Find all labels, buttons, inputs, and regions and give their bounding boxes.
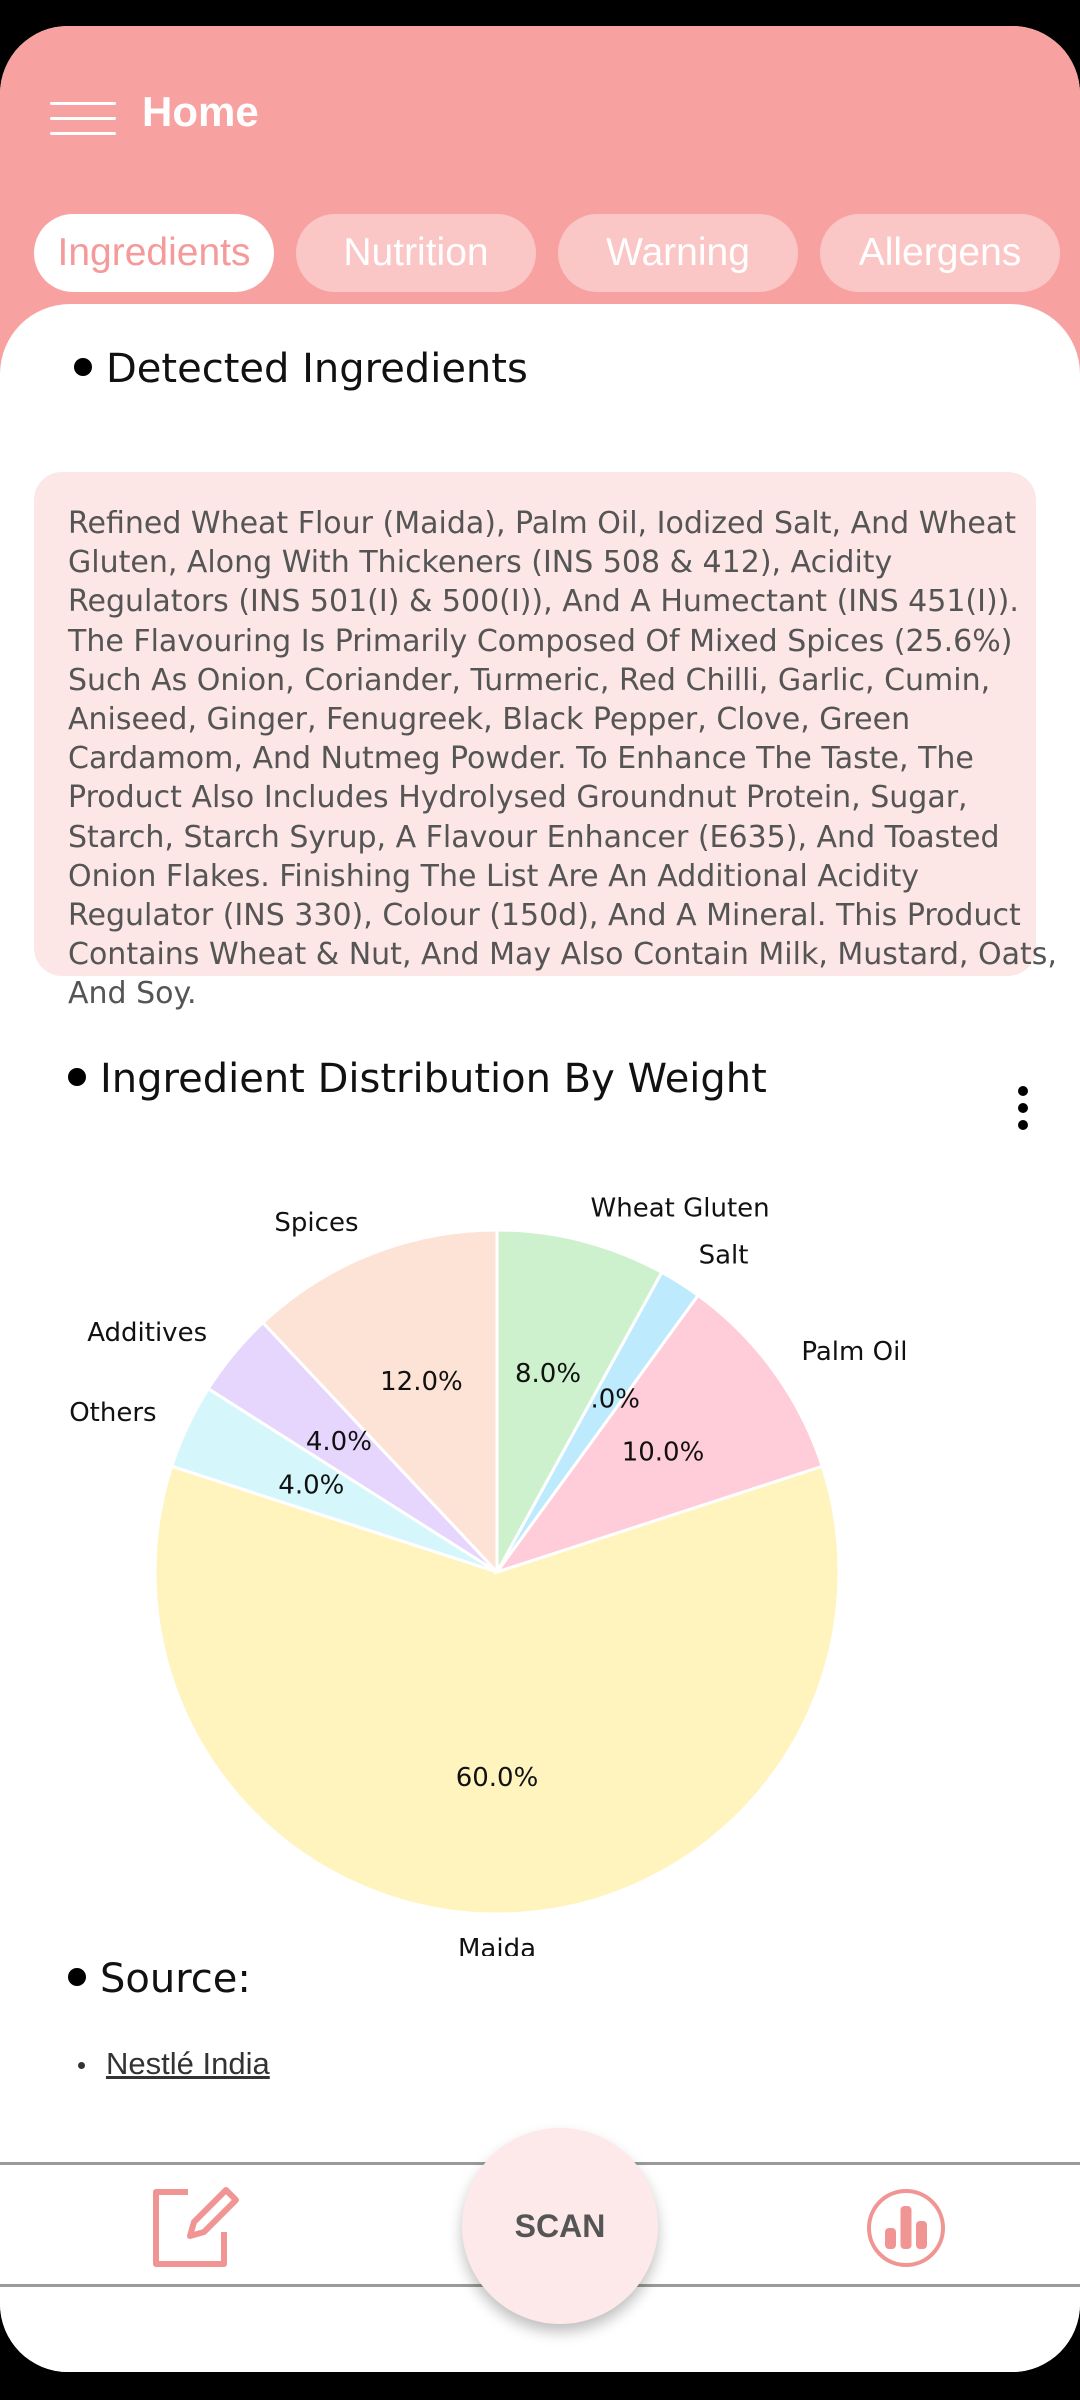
more-options-icon[interactable] xyxy=(1014,1086,1034,1132)
ingredient-pie-chart: Spices 12.0% Additives 4.0% Others 4.0% Maida 6… xyxy=(69,1194,907,1956)
tab-allergens[interactable]: Allergens xyxy=(820,214,1060,292)
pie-percent-label: 4.0% xyxy=(306,1427,372,1457)
pie-percent-label: 4.0% xyxy=(278,1471,344,1501)
edit-icon[interactable] xyxy=(150,2186,240,2270)
pie-label: Additives xyxy=(87,1318,207,1348)
scan-button[interactable]: SCAN xyxy=(462,2128,658,2324)
distribution-heading: Ingredient Distribution By Weight xyxy=(68,1056,767,1102)
source-heading: Source: xyxy=(68,1956,251,2002)
tab-nutrition[interactable]: Nutrition xyxy=(296,214,536,292)
ingredients-box: Refined Wheat Flour (Maida), Palm Oil, I… xyxy=(34,472,1057,1011)
distribution-title: Ingredient Distribution By Weight xyxy=(100,1056,767,1102)
source-title: Source: xyxy=(100,1956,251,2002)
tab-bar: Ingredients Nutrition Warning Allergens xyxy=(34,214,1060,292)
pie-label: Salt xyxy=(699,1240,749,1270)
phone-screen: Home Ingredients Nutrition Warning Aller… xyxy=(0,26,1080,2372)
page-title: Home xyxy=(142,88,259,135)
tab-warning[interactable]: Warning xyxy=(558,214,798,292)
ingredients-text: Refined Wheat Flour (Maida), Palm Oil, I… xyxy=(68,506,1057,1012)
source-link[interactable]: Nestlé India xyxy=(106,2046,270,2082)
pie-label: Spices xyxy=(274,1208,358,1238)
tab-ingredients[interactable]: Ingredients xyxy=(34,214,274,292)
pie-percent-label: 12.0% xyxy=(380,1367,463,1397)
bar-chart-icon[interactable] xyxy=(866,2188,946,2268)
hamburger-menu-icon[interactable] xyxy=(50,98,116,138)
detected-ingredients-title: Detected Ingredients xyxy=(106,346,528,392)
bullet-icon xyxy=(68,1968,86,1986)
bullet-icon xyxy=(74,358,92,376)
bullet-icon xyxy=(68,1068,86,1086)
pie-percent-label: 8.0% xyxy=(515,1359,581,1389)
pie-label: Wheat Gluten xyxy=(591,1194,770,1224)
pie-label: Palm Oil xyxy=(801,1337,907,1367)
pie-label: Maida xyxy=(458,1934,536,1956)
pie-percent-label: 60.0% xyxy=(456,1763,539,1793)
list-bullet xyxy=(78,2062,85,2069)
pie-percent-label: 10.0% xyxy=(622,1437,705,1467)
detected-ingredients-heading: Detected Ingredients xyxy=(74,346,528,392)
pie-label: Others xyxy=(69,1398,156,1428)
